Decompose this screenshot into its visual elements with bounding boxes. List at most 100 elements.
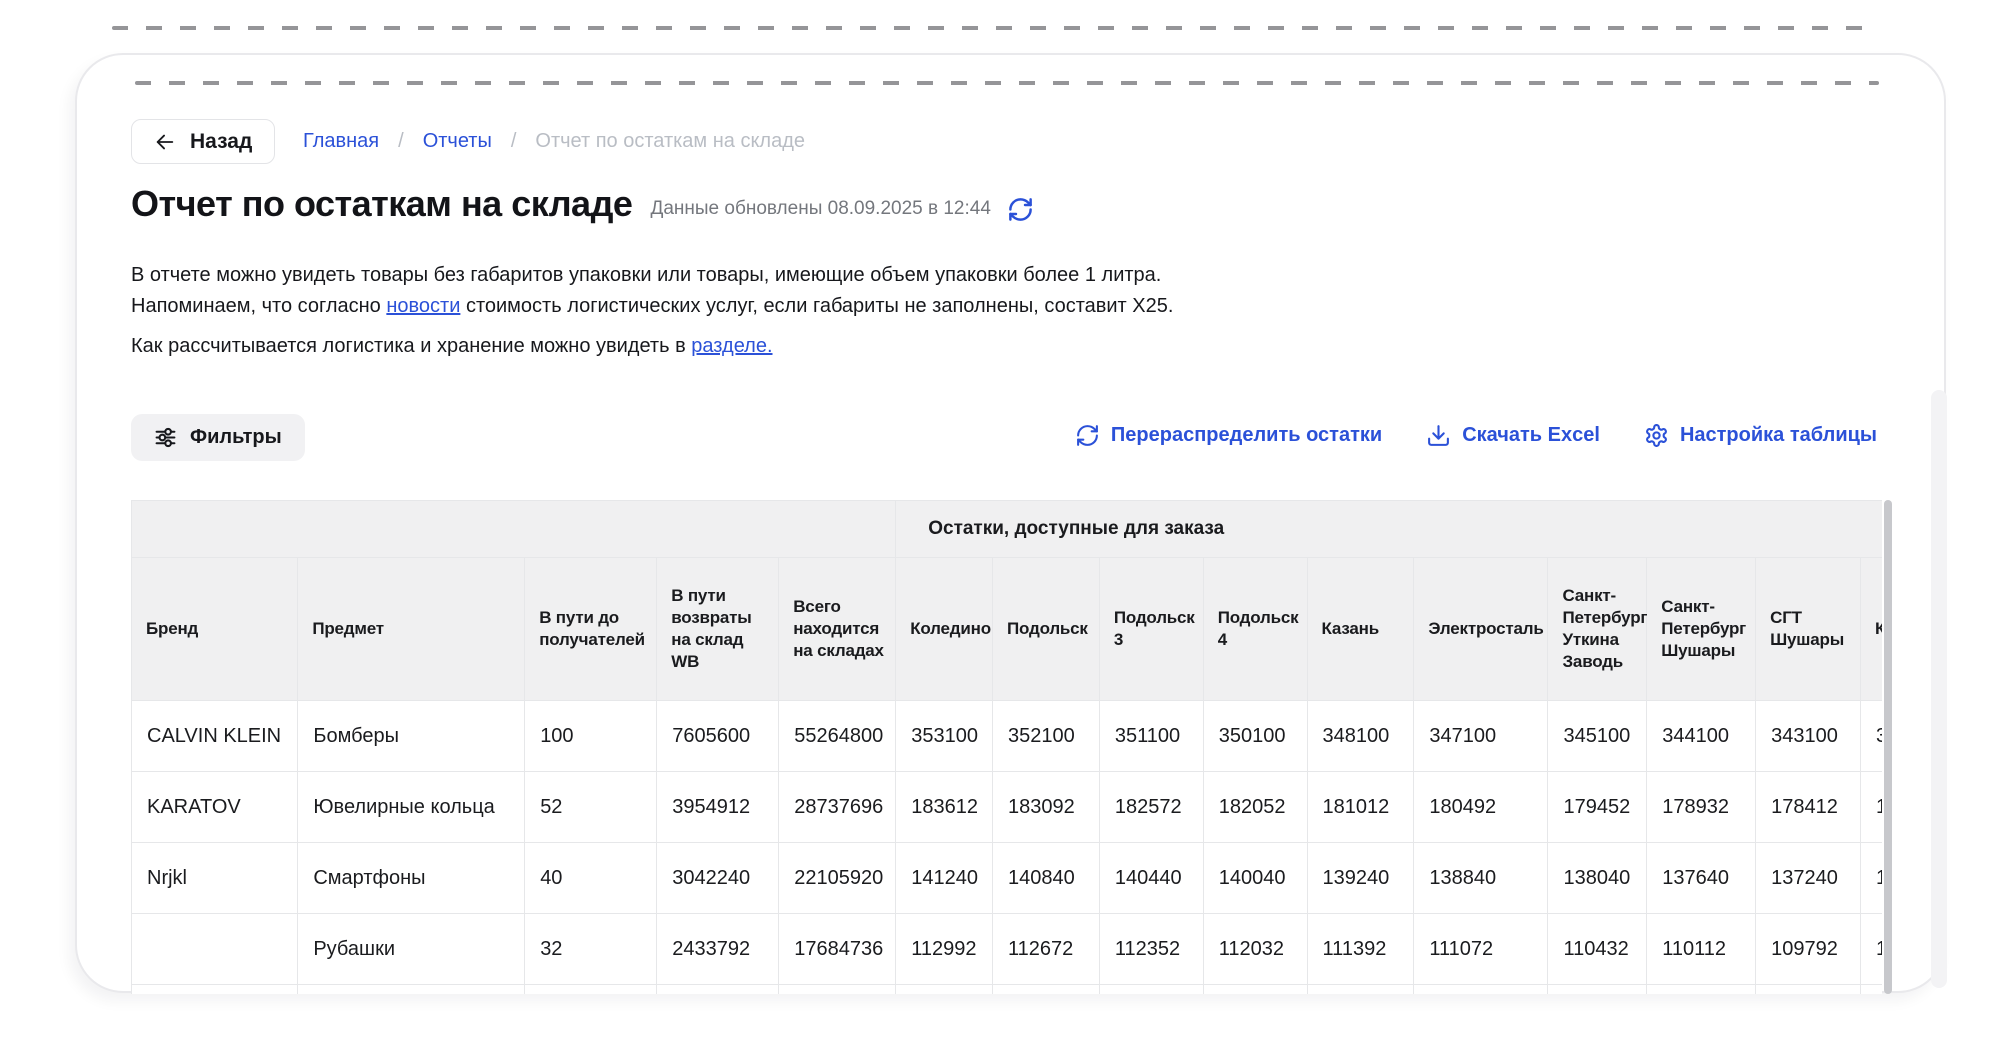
refresh-icon bbox=[1075, 423, 1100, 448]
cell-value: 40 bbox=[525, 843, 657, 914]
cell-value: 111072 bbox=[1414, 914, 1548, 985]
table-row: KARATOV Ювелирные кольца 52 3954912 2873… bbox=[132, 772, 1883, 843]
stock-table: Остатки, доступные для заказа Бренд Пред… bbox=[131, 500, 1882, 994]
cell-value: 343100 bbox=[1756, 701, 1861, 772]
cell-value: 141240 bbox=[896, 843, 993, 914]
arrow-left-icon bbox=[154, 131, 176, 153]
cell-value: 178412 bbox=[1756, 772, 1861, 843]
cell-value: 17684736 bbox=[779, 914, 896, 985]
cell-value: 112032 bbox=[1203, 914, 1307, 985]
cell-empty bbox=[657, 985, 779, 995]
breadcrumb-item-home[interactable]: Главная bbox=[303, 130, 379, 153]
download-excel-button[interactable]: Скачать Excel bbox=[1426, 423, 1600, 448]
cell-value: 100 bbox=[525, 701, 657, 772]
cell-empty bbox=[132, 985, 298, 995]
redistribute-stock-button[interactable]: Перераспределить остатки bbox=[1075, 423, 1382, 448]
intro-line-2-before: Напоминаем, что согласно bbox=[131, 295, 386, 317]
cell-empty bbox=[1861, 985, 1883, 995]
cell-value: 344100 bbox=[1647, 701, 1756, 772]
cell-empty bbox=[1647, 985, 1756, 995]
cell-value: 28737696 bbox=[779, 772, 896, 843]
cell-empty bbox=[1756, 985, 1861, 995]
refresh-icon[interactable] bbox=[1007, 196, 1034, 223]
cell-empty bbox=[1307, 985, 1414, 995]
column-header-returns: В пути возвраты на склад WB bbox=[657, 558, 779, 701]
column-header-koledino: Коледино bbox=[896, 558, 993, 701]
cell-value: 110112 bbox=[1647, 914, 1756, 985]
cell-value: 180492 bbox=[1414, 772, 1548, 843]
filter-sliders-icon bbox=[154, 426, 177, 449]
table-actions: Перераспределить остатки Скачать Excel Н… bbox=[1075, 423, 1877, 448]
cell-value: 138040 bbox=[1548, 843, 1647, 914]
cell-item: Бомберы bbox=[298, 701, 525, 772]
cell-value: 10 bbox=[1861, 914, 1883, 985]
cell-value: 352100 bbox=[993, 701, 1100, 772]
cell-value: 183092 bbox=[993, 772, 1100, 843]
cell-item: Ювелирные кольца bbox=[298, 772, 525, 843]
cell-item: Рубашки bbox=[298, 914, 525, 985]
cell-empty bbox=[779, 985, 896, 995]
back-button[interactable]: Назад bbox=[131, 119, 275, 164]
card-top-perforation bbox=[135, 81, 1879, 85]
cell-value: 182052 bbox=[1203, 772, 1307, 843]
cell-value: 112672 bbox=[993, 914, 1100, 985]
cell-value: 182572 bbox=[1099, 772, 1203, 843]
cell-empty bbox=[525, 985, 657, 995]
column-header-podolsk-3: Подольск 3 bbox=[1099, 558, 1203, 701]
cell-value: 137640 bbox=[1647, 843, 1756, 914]
filters-button[interactable]: Фильтры bbox=[131, 414, 305, 461]
column-header-total: Всего находится на складах bbox=[779, 558, 896, 701]
page-scrollbar-track[interactable] bbox=[1931, 390, 1947, 988]
download-excel-label: Скачать Excel bbox=[1462, 424, 1600, 447]
back-label: Назад bbox=[190, 130, 252, 154]
breadcrumb-separator: / bbox=[511, 130, 517, 153]
column-header-item: Предмет bbox=[298, 558, 525, 701]
column-header-row: Бренд Предмет В пути до получателей В пу… bbox=[132, 558, 1883, 701]
cell-value: 22105920 bbox=[779, 843, 896, 914]
column-header-kazan: Казань bbox=[1307, 558, 1414, 701]
column-header-elektrostal: Электросталь bbox=[1414, 558, 1548, 701]
breadcrumb-item-reports[interactable]: Отчеты bbox=[423, 130, 492, 153]
intro-line-2-after: стоимость логистических услуг, если габа… bbox=[460, 295, 1173, 317]
column-header-brand: Бренд bbox=[132, 558, 298, 701]
cell-value: 137240 bbox=[1756, 843, 1861, 914]
group-header-row: Остатки, доступные для заказа bbox=[132, 501, 1883, 558]
intro-paragraph-2: Как рассчитывается логистика и хранение … bbox=[131, 331, 1173, 362]
breadcrumb-separator: / bbox=[398, 130, 404, 153]
cell-brand bbox=[132, 914, 298, 985]
table-vertical-scrollbar[interactable] bbox=[1884, 500, 1892, 994]
table-settings-label: Настройка таблицы bbox=[1680, 424, 1877, 447]
intro-text: В отчете можно увидеть товары без габари… bbox=[131, 260, 1173, 362]
filters-label: Фильтры bbox=[190, 426, 282, 449]
cell-empty bbox=[1099, 985, 1203, 995]
cell-value: 32 bbox=[525, 914, 657, 985]
table-settings-button[interactable]: Настройка таблицы bbox=[1644, 423, 1877, 448]
cell-value: 2433792 bbox=[657, 914, 779, 985]
title-row: Отчет по остаткам на складе Данные обнов… bbox=[131, 183, 1034, 225]
redistribute-label: Перераспределить остатки bbox=[1111, 424, 1382, 447]
cell-value: 351100 bbox=[1099, 701, 1203, 772]
download-icon bbox=[1426, 423, 1451, 448]
gear-icon bbox=[1644, 423, 1669, 448]
cell-item: Смартфоны bbox=[298, 843, 525, 914]
section-link[interactable]: разделе. bbox=[691, 335, 772, 357]
cell-value: 55264800 bbox=[779, 701, 896, 772]
group-header-spacer bbox=[132, 501, 896, 558]
cell-value: 13 bbox=[1861, 843, 1883, 914]
data-updated-label: Данные обновлены 08.09.2025 в 12:44 bbox=[650, 198, 990, 220]
column-header-in-transit: В пути до получателей bbox=[525, 558, 657, 701]
cell-value: 179452 bbox=[1548, 772, 1647, 843]
column-header-clipped: Кра bbox=[1861, 558, 1883, 701]
cell-value: 52 bbox=[525, 772, 657, 843]
cell-value: 112352 bbox=[1099, 914, 1203, 985]
cell-value: 139240 bbox=[1307, 843, 1414, 914]
column-header-podolsk: Подольск bbox=[993, 558, 1100, 701]
cell-value: 17 bbox=[1861, 772, 1883, 843]
cell-value: 140040 bbox=[1203, 843, 1307, 914]
cell-value: 183612 bbox=[896, 772, 993, 843]
news-link[interactable]: новости bbox=[386, 295, 460, 317]
cell-brand: KARATOV bbox=[132, 772, 298, 843]
cell-value: 140840 bbox=[993, 843, 1100, 914]
column-header-sgt-shushary: СГТ Шушары bbox=[1756, 558, 1861, 701]
cell-value: 3954912 bbox=[657, 772, 779, 843]
